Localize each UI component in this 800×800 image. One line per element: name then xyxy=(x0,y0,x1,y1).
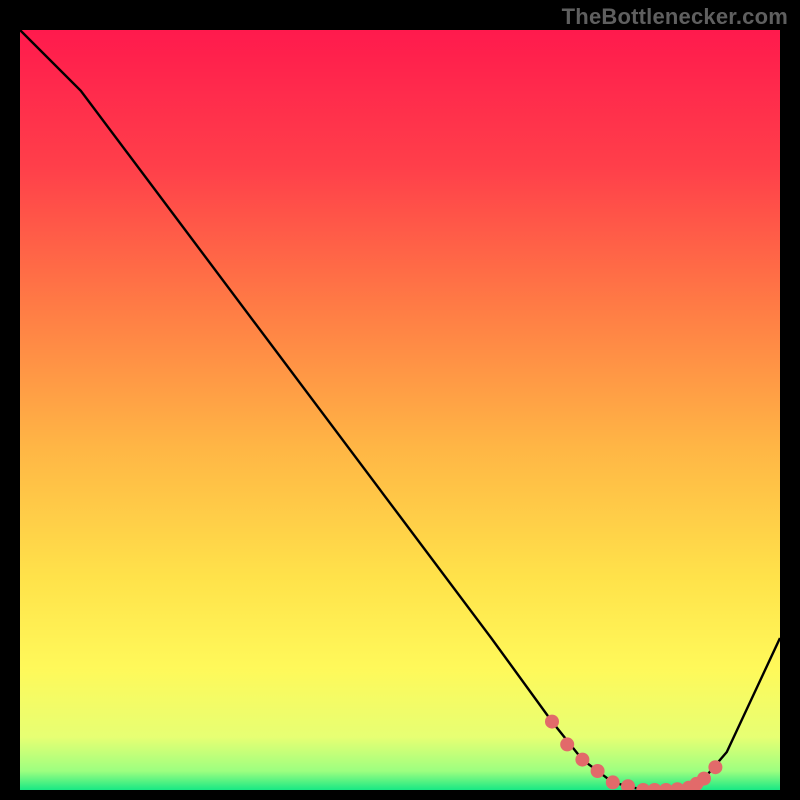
chart-background xyxy=(20,30,780,790)
curve-marker xyxy=(575,753,589,767)
chart-frame: TheBottlenecker.com xyxy=(0,0,800,800)
plot-area xyxy=(20,30,780,790)
curve-marker xyxy=(697,772,711,786)
curve-marker xyxy=(591,764,605,778)
chart-svg xyxy=(20,30,780,790)
curve-marker xyxy=(545,715,559,729)
curve-marker xyxy=(606,775,620,789)
curve-marker xyxy=(560,737,574,751)
curve-marker xyxy=(708,760,722,774)
attribution-text: TheBottlenecker.com xyxy=(562,4,788,30)
